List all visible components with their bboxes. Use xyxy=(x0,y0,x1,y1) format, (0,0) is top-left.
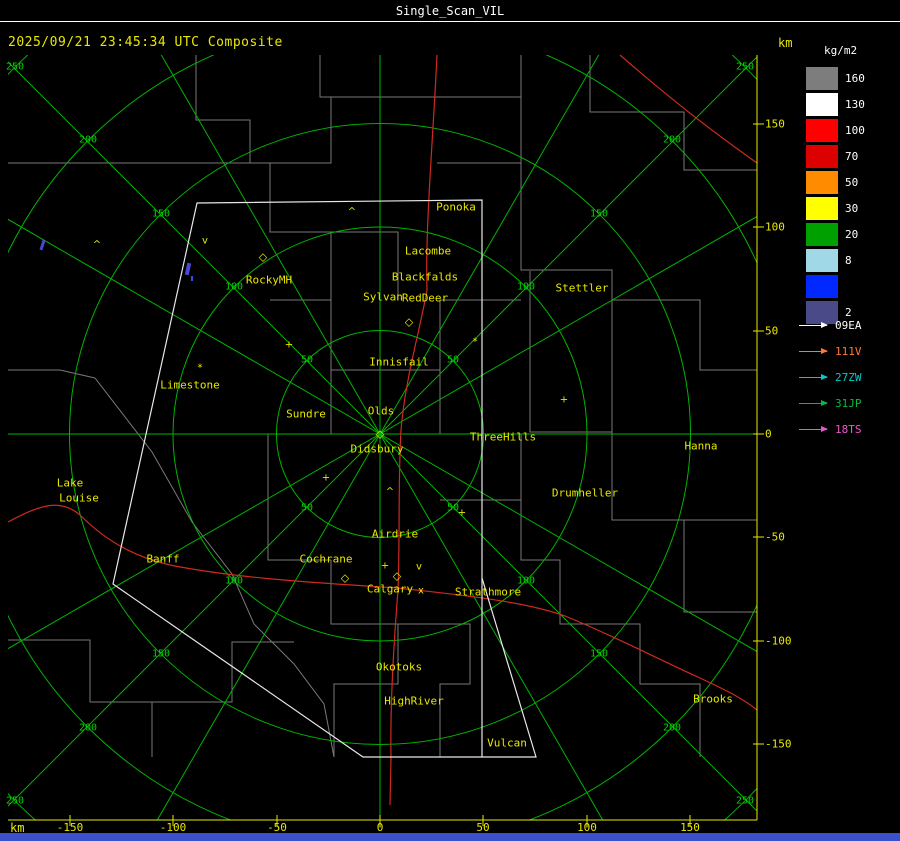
radar-site-row: 31JP xyxy=(799,390,862,416)
radar-site-id: 27ZW xyxy=(835,370,862,384)
colorbar-value: 20 xyxy=(845,227,859,241)
colorbar-swatch xyxy=(806,66,838,90)
colorbar-swatch xyxy=(806,222,838,246)
scan-area-outline xyxy=(112,199,537,758)
colorbar-value: 100 xyxy=(845,123,865,137)
radar-site-row: 111V xyxy=(799,338,862,364)
range-rings xyxy=(8,55,757,820)
colorbar-entry: 100 xyxy=(806,117,865,143)
radar-site-list: 09EA 111V 27ZW 31JP 18TS xyxy=(799,312,862,442)
colorbar-entry: 50 xyxy=(806,169,865,195)
radar-arrow-icon xyxy=(799,399,828,406)
precip-echoes xyxy=(39,239,193,281)
bottom-blue-strip xyxy=(0,833,900,841)
colorbar-swatch xyxy=(806,170,838,194)
colorbar-rows: 160 130 100 70 50 30 20 8 2 xyxy=(806,65,865,325)
colorbar-swatch xyxy=(806,118,838,142)
radar-site-id: 09EA xyxy=(835,318,862,332)
colorbar-value: 8 xyxy=(845,253,852,267)
colorbar-swatch xyxy=(806,248,838,272)
axis-ticks xyxy=(69,123,764,826)
azimuth-spokes xyxy=(8,55,757,820)
radar-site-row: 27ZW xyxy=(799,364,862,390)
colorbar-swatch xyxy=(806,196,838,220)
colorbar-swatch xyxy=(806,92,838,116)
radar-site-id: 18TS xyxy=(835,422,862,436)
colorbar-swatch xyxy=(806,274,838,298)
colorbar-value: 70 xyxy=(845,149,859,163)
radar-app-window: Single_Scan_VIL 2025/09/21 23:45:34 UTC … xyxy=(0,0,900,841)
colorbar-entry xyxy=(806,273,865,299)
colorbar-entry: 130 xyxy=(806,91,865,117)
radar-arrow-icon xyxy=(799,321,828,328)
colorbar-entry: 70 xyxy=(806,143,865,169)
vil-colorbar: kg/m2 160 130 100 70 50 30 20 8 2 xyxy=(806,44,865,325)
colorbar-value: 160 xyxy=(845,71,865,85)
colorbar-value: 130 xyxy=(845,97,865,111)
radar-site-row: 09EA xyxy=(799,312,862,338)
radar-arrow-icon xyxy=(799,347,828,354)
radar-site-id: 111V xyxy=(835,344,862,358)
colorbar-entry: 8 xyxy=(806,247,865,273)
colorbar-value: 30 xyxy=(845,201,859,215)
colorbar-entry: 30 xyxy=(806,195,865,221)
colorbar-swatch xyxy=(806,144,838,168)
radar-site-id: 31JP xyxy=(835,396,862,410)
colorbar-entry: 160 xyxy=(806,65,865,91)
radar-arrow-icon xyxy=(799,425,828,432)
colorbar-entry: 20 xyxy=(806,221,865,247)
colorbar-value: 50 xyxy=(845,175,859,189)
colorbar-title: kg/m2 xyxy=(824,44,858,57)
radar-arrow-icon xyxy=(799,373,828,380)
radar-site-row: 18TS xyxy=(799,416,862,442)
radar-map-canvas[interactable] xyxy=(0,0,900,841)
